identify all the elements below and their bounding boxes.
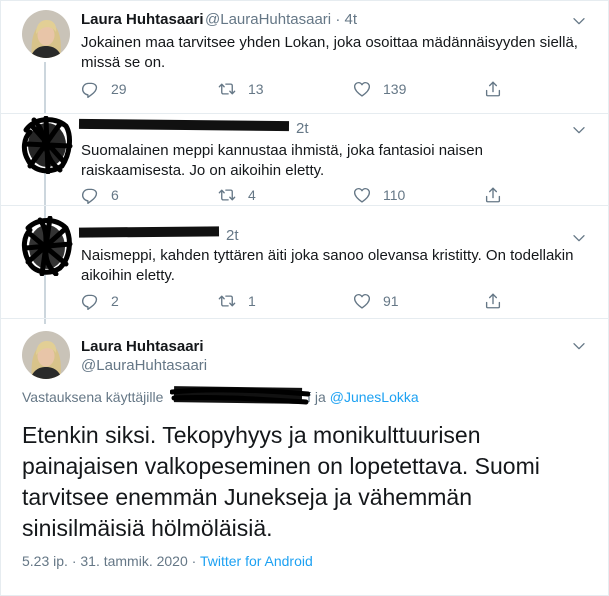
like-count: 139 bbox=[383, 81, 407, 97]
reply-count: 6 bbox=[111, 187, 119, 203]
reply-handle-link[interactable]: @JunesLokka bbox=[330, 389, 419, 405]
tweet-meta: 5.23 ip. · 31. tammik. 2020 · Twitter fo… bbox=[22, 553, 313, 569]
chevron-down-icon[interactable] bbox=[571, 338, 587, 354]
redacted-avatar bbox=[21, 116, 73, 174]
chevron-down-icon[interactable] bbox=[571, 230, 587, 246]
retweet-button[interactable]: 4 bbox=[218, 185, 256, 205]
avatar[interactable] bbox=[22, 331, 70, 379]
main-tweet-text: Etenkin siksi. Tekopyhyys ja monikulttuu… bbox=[22, 422, 540, 541]
tweet-text: Jokainen maa tarvitsee yhden Lokan, joka… bbox=[81, 34, 578, 71]
author-handle[interactable]: @LauraHuhtasaari · 4t bbox=[205, 11, 357, 28]
reply-button[interactable]: 2 bbox=[81, 291, 119, 311]
like-button[interactable]: 110 bbox=[353, 185, 405, 205]
retweet-count: 1 bbox=[248, 293, 256, 309]
reply-count: 29 bbox=[111, 81, 127, 97]
reply-count: 2 bbox=[111, 293, 119, 309]
retweet-icon bbox=[218, 292, 236, 310]
redaction-scribble bbox=[170, 387, 310, 405]
share-icon bbox=[484, 80, 502, 98]
avatar[interactable] bbox=[22, 10, 70, 58]
tweet-source-link[interactable]: Twitter for Android bbox=[200, 553, 313, 569]
share-icon bbox=[484, 186, 502, 204]
like-count: 110 bbox=[383, 187, 406, 203]
author-handle[interactable]: @LauraHuhtasaari bbox=[81, 357, 207, 374]
reply-button[interactable]: 29 bbox=[81, 79, 127, 99]
retweet-icon bbox=[218, 186, 236, 204]
timestamp[interactable]: 2t bbox=[296, 120, 309, 137]
tweet-actions: 6 4 110 bbox=[81, 185, 501, 205]
share-icon bbox=[484, 292, 502, 310]
timestamp[interactable]: 4t bbox=[344, 11, 357, 28]
tweet-1[interactable]: Laura Huhtasaari @LauraHuhtasaari · 4t J… bbox=[0, 0, 609, 114]
author-name[interactable]: Laura Huhtasaari bbox=[81, 11, 204, 28]
like-button[interactable]: 91 bbox=[353, 291, 399, 311]
reply-icon bbox=[81, 80, 99, 98]
like-icon bbox=[353, 80, 371, 98]
tweet-actions: 29 13 139 bbox=[81, 79, 501, 99]
reply-prefix: Vastauksena käyttäjille bbox=[22, 389, 164, 405]
chevron-down-icon[interactable] bbox=[571, 13, 587, 29]
like-icon bbox=[353, 292, 371, 310]
author-name[interactable]: Laura Huhtasaari bbox=[81, 338, 204, 355]
share-button[interactable] bbox=[484, 79, 502, 99]
redacted-name bbox=[78, 226, 220, 238]
reply-button[interactable]: 6 bbox=[81, 185, 119, 205]
like-count: 91 bbox=[383, 293, 399, 309]
tweet-3[interactable]: 2t Naismeppi, kahden tyttären äiti joka … bbox=[0, 206, 609, 318]
share-button[interactable] bbox=[484, 185, 502, 205]
share-button[interactable] bbox=[484, 291, 502, 311]
like-icon bbox=[353, 186, 371, 204]
redacted-name bbox=[78, 118, 290, 132]
retweet-button[interactable]: 13 bbox=[218, 79, 264, 99]
reply-icon bbox=[81, 186, 99, 204]
reply-icon bbox=[81, 292, 99, 310]
tweet-actions: 2 1 91 bbox=[81, 291, 501, 311]
handle[interactable]: @LauraHuhtasaari bbox=[205, 11, 331, 28]
tweet-timestamp[interactable]: 5.23 ip. · 31. tammik. 2020 · bbox=[22, 553, 196, 569]
timestamp[interactable]: 2t bbox=[226, 227, 239, 244]
retweet-icon bbox=[218, 80, 236, 98]
like-button[interactable]: 139 bbox=[353, 79, 406, 99]
retweet-button[interactable]: 1 bbox=[218, 291, 256, 311]
chevron-down-icon[interactable] bbox=[571, 122, 587, 138]
tweet-text: Naismeppi, kahden tyttären äiti joka san… bbox=[81, 247, 574, 284]
retweet-count: 13 bbox=[248, 81, 264, 97]
dot-separator: · bbox=[335, 11, 341, 28]
tweet-2[interactable]: 2t Suomalainen meppi kannustaa ihmistä, … bbox=[0, 114, 609, 206]
retweet-count: 4 bbox=[248, 187, 256, 203]
tweet-text: Suomalainen meppi kannustaa ihmistä, jok… bbox=[81, 142, 483, 179]
redacted-avatar bbox=[21, 216, 73, 276]
